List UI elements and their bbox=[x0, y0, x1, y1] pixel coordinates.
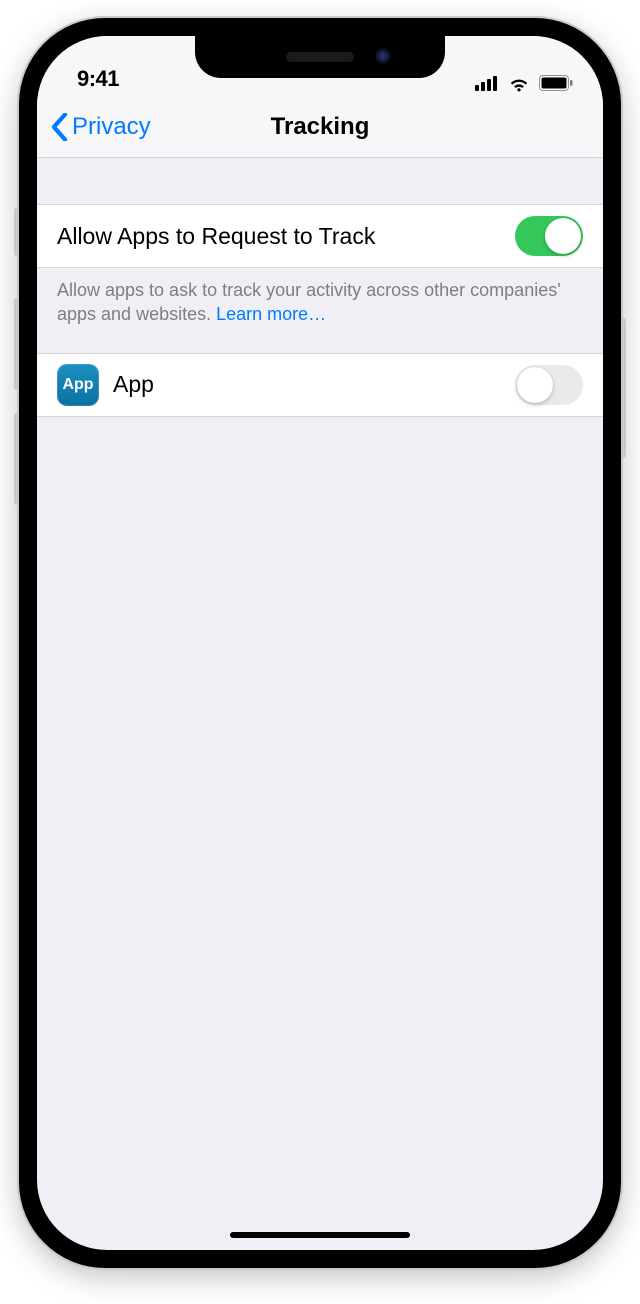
volume-up-button bbox=[14, 298, 19, 390]
battery-icon bbox=[539, 75, 573, 91]
learn-more-link[interactable]: Learn more… bbox=[216, 304, 326, 324]
toggle-knob bbox=[517, 367, 553, 403]
app-tracking-toggle[interactable] bbox=[515, 365, 583, 405]
allow-tracking-toggle[interactable] bbox=[515, 216, 583, 256]
allow-tracking-row: Allow Apps to Request to Track bbox=[37, 204, 603, 268]
app-icon: App bbox=[57, 364, 99, 406]
allow-tracking-label: Allow Apps to Request to Track bbox=[57, 223, 515, 250]
back-label: Privacy bbox=[72, 113, 151, 141]
side-button bbox=[621, 318, 626, 458]
app-row: App App bbox=[37, 353, 603, 417]
content-area: Allow Apps to Request to Track Allow app… bbox=[37, 158, 603, 417]
screen: 9:41 Privacy Tracking Al bbox=[37, 36, 603, 1250]
chevron-left-icon bbox=[51, 113, 68, 141]
back-button[interactable]: Privacy bbox=[51, 113, 151, 141]
status-time: 9:41 bbox=[77, 66, 119, 92]
cellular-icon bbox=[475, 75, 499, 91]
section-footer: Allow apps to ask to track your activity… bbox=[37, 268, 603, 353]
volume-down-button bbox=[14, 413, 19, 505]
wifi-icon bbox=[507, 74, 531, 92]
app-label: App bbox=[113, 371, 515, 398]
status-indicators bbox=[475, 74, 573, 92]
navigation-bar: Privacy Tracking bbox=[37, 96, 603, 158]
notch bbox=[195, 36, 445, 78]
home-indicator[interactable] bbox=[230, 1232, 410, 1238]
iphone-device-frame: 9:41 Privacy Tracking Al bbox=[19, 18, 621, 1268]
toggle-knob bbox=[545, 218, 581, 254]
page-title: Tracking bbox=[271, 113, 370, 141]
mute-switch bbox=[14, 208, 19, 256]
